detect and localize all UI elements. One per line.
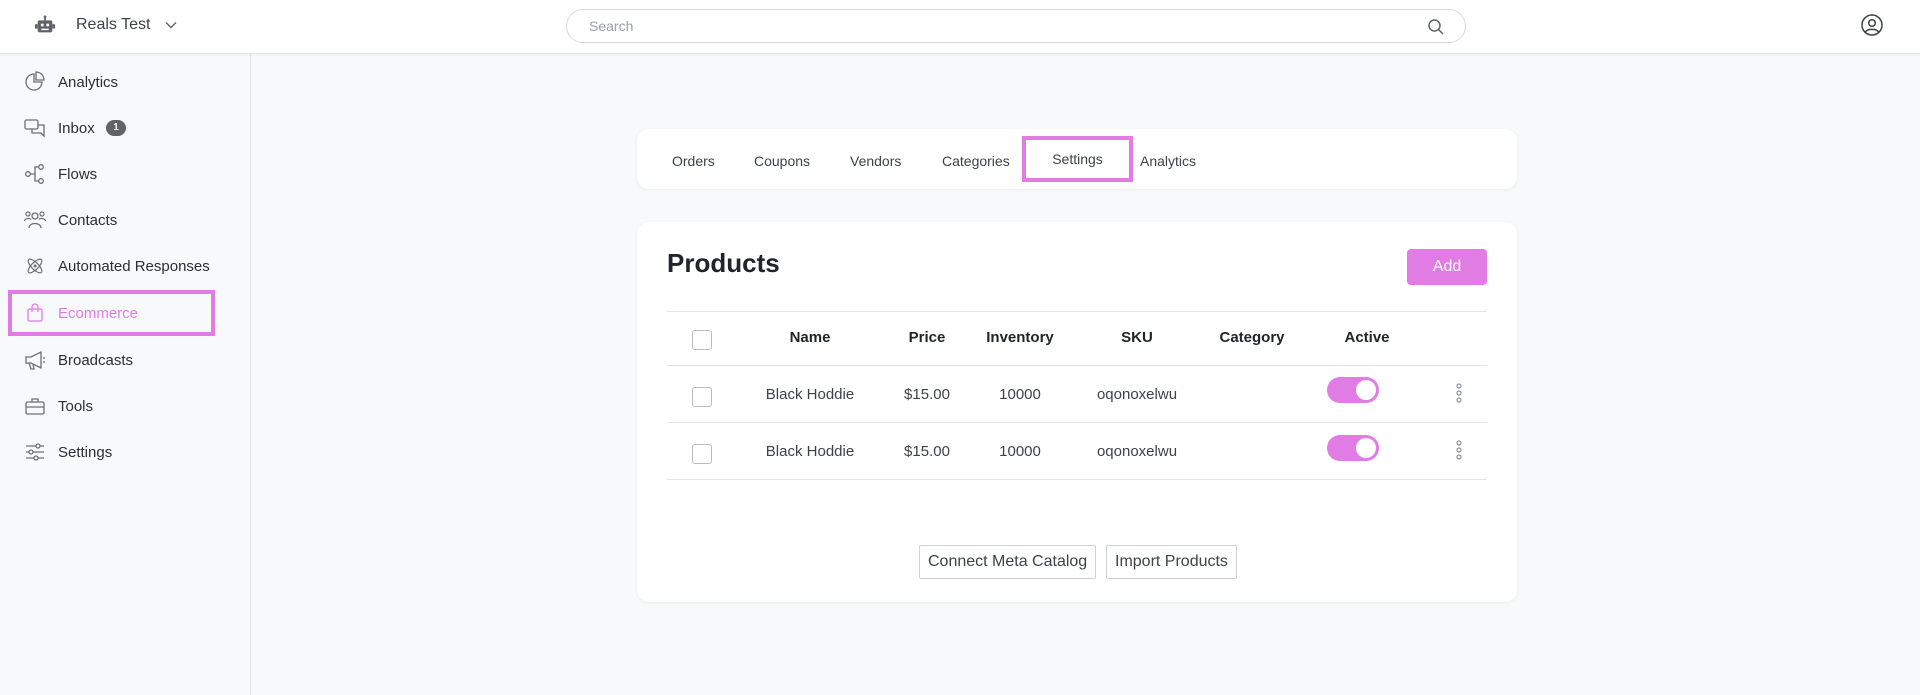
table-divider [667, 422, 1487, 423]
table-divider [667, 479, 1487, 480]
tab-orders[interactable]: Orders [672, 153, 715, 169]
sliders-icon [26, 443, 44, 461]
sidebar-item-broadcasts[interactable]: Broadcasts [8, 337, 215, 383]
sidebar-item-label: Analytics [58, 73, 119, 91]
product-name: Black Hoddie [765, 386, 855, 403]
pie-chart-icon [25, 71, 45, 91]
table-divider [667, 311, 1487, 312]
user-account-icon[interactable] [1860, 13, 1884, 37]
column-header-name: Name [789, 329, 831, 346]
toggle-knob [1356, 438, 1376, 458]
toggle-knob [1356, 380, 1376, 400]
column-header-price: Price [908, 329, 946, 346]
chat-bubbles-icon [24, 119, 45, 138]
product-sku: oqonoxelwu [1096, 386, 1178, 403]
sidebar-item-inbox[interactable]: Inbox 1 [8, 105, 215, 151]
top-bar: Reals Test [0, 0, 1920, 54]
sidebar-item-label: Automated Responses [58, 257, 210, 275]
people-icon [24, 211, 46, 229]
add-product-button[interactable]: Add [1407, 249, 1487, 285]
import-products-button[interactable]: Import Products [1106, 545, 1237, 579]
column-header-sku: SKU [1121, 329, 1153, 346]
column-header-inventory: Inventory [986, 329, 1054, 346]
active-toggle[interactable] [1327, 435, 1379, 461]
product-price: $15.00 [904, 443, 950, 460]
product-name: Black Hoddie [765, 443, 855, 460]
row-checkbox[interactable] [692, 444, 712, 464]
tab-vendors[interactable]: Vendors [850, 153, 901, 169]
atom-icon [27, 258, 43, 274]
tab-categories[interactable]: Categories [942, 153, 1010, 169]
shopping-bag-icon [27, 303, 43, 322]
robot-icon[interactable] [34, 14, 56, 36]
more-options-icon[interactable] [1451, 438, 1467, 462]
product-sku: oqonoxelwu [1096, 443, 1178, 460]
sidebar-item-label: Settings [58, 443, 113, 461]
row-checkbox[interactable] [692, 387, 712, 407]
sidebar-item-automated-responses[interactable]: Automated Responses [8, 243, 215, 289]
sidebar: Analytics Inbox 1 Flows Contacts Automat… [0, 54, 251, 695]
search-input[interactable] [589, 10, 1409, 42]
sidebar-item-ecommerce[interactable]: Ecommerce [8, 290, 215, 336]
connect-meta-catalog-button[interactable]: Connect Meta Catalog [919, 545, 1097, 579]
search-bar [566, 9, 1466, 43]
column-header-active: Active [1344, 329, 1390, 346]
tab-coupons[interactable]: Coupons [754, 153, 810, 169]
more-options-icon[interactable] [1451, 381, 1467, 405]
ecommerce-tabs: Orders Coupons Vendors Categories Settin… [637, 129, 1517, 189]
products-panel: Products Add Name Price Inventory SKU Ca… [637, 222, 1517, 602]
sidebar-item-tools[interactable]: Tools [8, 383, 215, 429]
sidebar-item-contacts[interactable]: Contacts [8, 197, 215, 243]
table-divider [667, 365, 1487, 366]
toolbox-icon [25, 398, 45, 415]
select-all-checkbox[interactable] [692, 330, 712, 350]
sidebar-item-label: Flows [58, 165, 98, 183]
tab-analytics[interactable]: Analytics [1140, 153, 1196, 169]
column-header-category: Category [1219, 329, 1285, 346]
sidebar-item-label: Contacts [58, 211, 118, 229]
sidebar-item-label: Inbox [58, 119, 95, 137]
sidebar-item-label: Ecommerce [58, 304, 139, 322]
workspace-name[interactable]: Reals Test [76, 16, 150, 34]
flow-nodes-icon [25, 164, 44, 184]
sidebar-item-flows[interactable]: Flows [8, 151, 215, 197]
product-inventory: 10000 [999, 386, 1041, 403]
chevron-down-icon[interactable] [164, 18, 178, 32]
page-title: Products [667, 248, 780, 278]
active-toggle[interactable] [1327, 377, 1379, 403]
megaphone-icon [25, 350, 45, 370]
sidebar-item-settings[interactable]: Settings [8, 429, 215, 475]
product-price: $15.00 [904, 386, 950, 403]
tab-settings[interactable]: Settings [1022, 136, 1133, 182]
unread-count-badge: 1 [106, 120, 126, 136]
search-icon[interactable] [1427, 18, 1445, 36]
sidebar-item-analytics[interactable]: Analytics [8, 59, 215, 105]
product-inventory: 10000 [999, 443, 1041, 460]
sidebar-item-label: Tools [58, 397, 94, 415]
sidebar-item-label: Broadcasts [58, 351, 134, 369]
